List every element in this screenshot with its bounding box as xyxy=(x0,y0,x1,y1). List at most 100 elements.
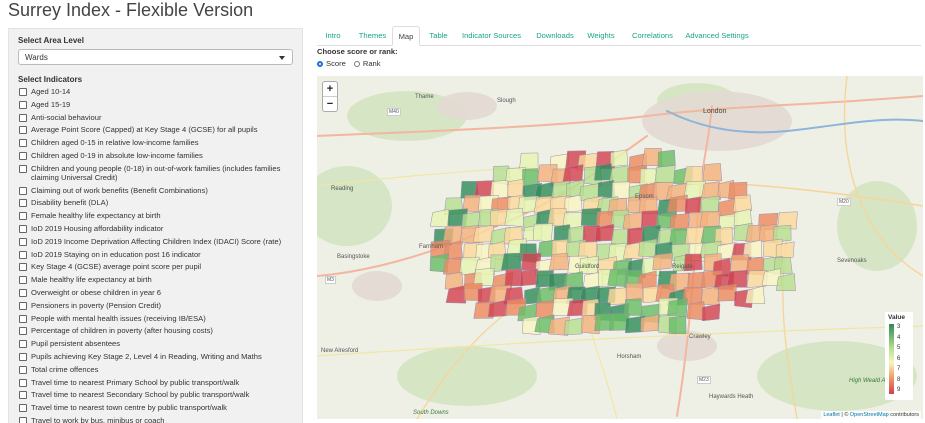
checkbox[interactable] xyxy=(19,199,27,208)
indicator-checkbox-item[interactable]: Travel time to nearest Primary School by… xyxy=(18,378,293,387)
radio-dot[interactable] xyxy=(353,60,360,67)
map[interactable]: London Slough Thame M40 M3 M20 M23 Farnh… xyxy=(317,76,923,419)
indicator-checkbox-item[interactable]: Pupils achieving Key Stage 2, Level 4 in… xyxy=(18,352,293,361)
ward-area[interactable] xyxy=(610,149,628,167)
indicator-checkbox-item[interactable]: Travel time to nearest Secondary School … xyxy=(18,390,293,400)
ward-area[interactable] xyxy=(654,165,676,184)
leaflet-link[interactable]: Leaflet xyxy=(823,412,840,418)
ward-area[interactable] xyxy=(684,196,703,214)
checkbox[interactable] xyxy=(19,164,27,173)
ward-area[interactable] xyxy=(564,317,584,336)
indicator-checkbox-item[interactable]: Children aged 0-19 in absolute low-incom… xyxy=(18,151,293,160)
indicator-checkbox-item[interactable]: Aged 15-19 xyxy=(18,100,293,109)
ward-area[interactable] xyxy=(657,149,676,168)
tab-themes[interactable]: Themes xyxy=(350,26,395,45)
checkbox[interactable] xyxy=(19,151,27,160)
ward-area[interactable] xyxy=(699,210,721,229)
ward-area[interactable] xyxy=(638,238,658,258)
checkbox[interactable] xyxy=(19,186,27,195)
indicator-checkbox-item[interactable]: Percentage of children in poverty (after… xyxy=(18,326,293,336)
indicator-checkbox-item[interactable]: Children and young people (0-18) in out-… xyxy=(18,164,293,182)
tab-correlations[interactable]: Correlations xyxy=(627,26,678,45)
checkbox[interactable] xyxy=(19,237,27,246)
ward-area[interactable] xyxy=(729,254,750,273)
indicator-checkbox-item[interactable]: Anti-social behaviour xyxy=(18,113,293,122)
indicator-checkbox-item[interactable]: Male healthy life expectancy at birth xyxy=(18,275,293,285)
ward-area[interactable] xyxy=(519,268,539,287)
radio-dot[interactable] xyxy=(317,60,323,67)
indicator-checkbox-item[interactable]: Travel to work by bus, minibus or coach xyxy=(18,416,293,423)
ward-area[interactable] xyxy=(473,267,495,286)
indicator-checkbox-item[interactable]: Average Point Score (Capped) at Key Stag… xyxy=(18,125,293,135)
indicator-checkbox-item[interactable]: Claiming out of work benefits (Benefit C… xyxy=(18,186,293,195)
checkbox[interactable] xyxy=(19,365,27,374)
ward-area[interactable] xyxy=(652,252,673,271)
ward-area[interactable] xyxy=(623,298,643,316)
tab-indicator-sources[interactable]: Indicator Sources xyxy=(458,26,525,45)
indicator-checkbox-item[interactable]: Overweight or obese children in year 6 xyxy=(18,288,293,297)
indicator-checkbox-item[interactable]: Children aged 0-15 in relative low-incom… xyxy=(18,138,293,148)
checkbox[interactable] xyxy=(19,314,27,323)
indicator-checkbox-item[interactable]: Disability benefit (DLA) xyxy=(18,198,293,208)
indicator-checkbox-item[interactable]: Pupil persistent absentees xyxy=(18,339,293,349)
zoom-out-button[interactable]: − xyxy=(323,96,337,111)
checkbox[interactable] xyxy=(19,224,27,233)
ward-area[interactable] xyxy=(548,252,570,271)
indicator-checkbox-item[interactable]: Total crime offences xyxy=(18,365,293,374)
checkbox[interactable] xyxy=(19,263,27,272)
ward-area[interactable] xyxy=(472,224,495,243)
zoom-in-button[interactable]: + xyxy=(323,82,337,96)
indicator-checkbox-item[interactable]: IoD 2019 Staying on in education post 16… xyxy=(18,250,293,259)
checkbox[interactable] xyxy=(19,301,27,310)
tab-map[interactable]: Map xyxy=(392,26,420,46)
indicator-checkbox-item[interactable]: Pensioners in poverty (Pension Credit) xyxy=(18,301,293,310)
tab-table[interactable]: Table xyxy=(423,26,454,45)
tab-weights[interactable]: Weights xyxy=(583,26,619,45)
radio-score[interactable]: Score xyxy=(317,59,346,68)
openstreetmap-link[interactable]: OpenStreetMap xyxy=(850,412,889,418)
indicator-checkbox-item[interactable]: Aged 10-14 xyxy=(18,87,293,96)
checkbox[interactable] xyxy=(19,276,27,285)
radio-rank[interactable]: Rank xyxy=(353,59,381,68)
ward-area[interactable] xyxy=(702,163,723,182)
ward-area[interactable] xyxy=(504,207,525,228)
area-level-select[interactable]: Wards xyxy=(18,49,293,65)
indicator-checkbox-item[interactable]: People with mental health issues (receiv… xyxy=(18,314,293,323)
indicator-checkbox-item[interactable]: IoD 2019 Income Deprivation Affecting Ch… xyxy=(18,237,293,246)
checkbox[interactable] xyxy=(19,100,27,109)
tab-intro[interactable]: Intro xyxy=(317,26,349,45)
ward-area[interactable] xyxy=(443,256,463,275)
checkbox[interactable] xyxy=(19,288,27,297)
checkbox[interactable] xyxy=(19,327,27,336)
checkbox[interactable] xyxy=(19,391,27,400)
tab-downloads[interactable]: Downloads xyxy=(532,26,578,45)
checkbox[interactable] xyxy=(19,404,27,413)
ward-area[interactable] xyxy=(668,315,687,335)
indicator-checkbox-item[interactable]: Travel time to nearest town centre by pu… xyxy=(18,403,293,413)
checkbox[interactable] xyxy=(19,139,27,148)
checkbox[interactable] xyxy=(19,340,27,349)
ward-area[interactable] xyxy=(608,165,631,183)
indicator-checkbox-item[interactable]: IoD 2019 Housing affordability indicator xyxy=(18,224,293,233)
indicator-checkbox-item[interactable]: Female healthy life expectancy at birth xyxy=(18,211,293,221)
checkbox[interactable] xyxy=(19,378,27,387)
checkbox[interactable] xyxy=(19,113,27,122)
indicator-checkbox-item[interactable]: Key Stage 4 (GCSE) average point score p… xyxy=(18,262,293,272)
checkbox[interactable] xyxy=(19,88,27,96)
ward-area[interactable] xyxy=(717,283,737,302)
tab-advanced-settings[interactable]: Advanced Settings xyxy=(685,26,749,45)
checkbox[interactable] xyxy=(19,212,27,221)
ward-area[interactable] xyxy=(564,194,583,213)
map-canvas[interactable] xyxy=(317,76,923,419)
ward-area[interactable] xyxy=(611,181,631,200)
ward-area[interactable] xyxy=(667,298,688,318)
checkbox[interactable] xyxy=(19,250,27,259)
ward-area[interactable] xyxy=(532,223,554,242)
checkbox[interactable] xyxy=(19,126,27,135)
ward-area[interactable] xyxy=(607,287,627,306)
ward-area[interactable] xyxy=(500,252,522,271)
checkbox[interactable] xyxy=(19,352,27,361)
ward-area[interactable] xyxy=(699,195,720,214)
checkbox[interactable] xyxy=(19,416,27,423)
ward-area[interactable] xyxy=(522,168,540,186)
